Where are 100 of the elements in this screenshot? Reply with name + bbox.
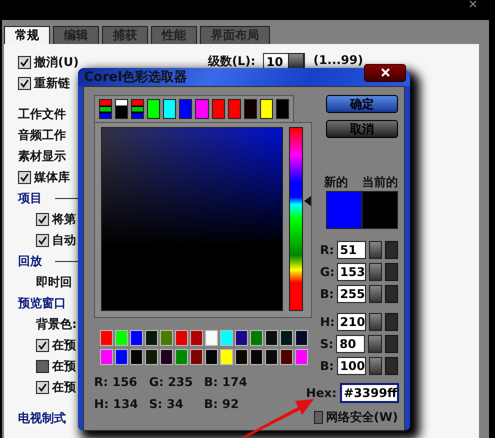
palette-swatch[interactable] (250, 330, 263, 346)
palette-swatch[interactable] (100, 349, 113, 365)
channel-input[interactable]: 51 (337, 241, 366, 259)
dialog-title: Corel色彩选取器 (84, 69, 188, 86)
checkbox[interactable] (18, 56, 31, 69)
channel-label: G: (320, 265, 334, 279)
palette-swatch[interactable] (160, 349, 173, 365)
color-swatch[interactable] (163, 99, 176, 119)
channel-input[interactable]: 153 (337, 263, 366, 281)
palette-swatch[interactable] (130, 349, 143, 365)
option-label: 将第 (52, 211, 76, 228)
option-label: 重新链 (34, 75, 70, 92)
spin-button[interactable] (369, 313, 382, 331)
palette-swatch[interactable] (280, 349, 293, 365)
color-swatch[interactable] (131, 99, 144, 119)
section-heading: 预览窗口 (18, 295, 66, 312)
palette-swatch[interactable] (295, 330, 308, 346)
option-label: 自动 (52, 232, 76, 249)
channel-label: S: (320, 337, 334, 351)
palette-swatch[interactable] (235, 349, 248, 365)
option-label: 在预 (52, 358, 76, 375)
spin-button[interactable] (369, 357, 382, 375)
spin-button[interactable] (368, 335, 382, 353)
palette-swatch[interactable] (175, 330, 188, 346)
color-swatch[interactable] (260, 99, 273, 119)
ok-button[interactable]: 确定 (326, 95, 398, 113)
section-heading: 回放 (18, 253, 42, 270)
channel-label: B: (320, 359, 334, 373)
hue-marker[interactable] (304, 196, 312, 206)
channel-label: R: (320, 243, 334, 257)
levels-range: (1...99) (313, 53, 364, 67)
color-swatch[interactable] (244, 99, 257, 119)
palette-swatch[interactable] (115, 349, 128, 365)
levels-label: 级数(L): (208, 53, 256, 70)
channel-label: B: (320, 287, 334, 301)
palette-swatch[interactable] (250, 349, 263, 365)
web-safe-label: 网络安全(W) (326, 409, 398, 426)
color-swatch[interactable] (115, 99, 128, 119)
palette-swatch[interactable] (145, 349, 158, 365)
palette-swatch[interactable] (265, 330, 278, 346)
close-icon[interactable] (469, 0, 477, 8)
tab[interactable]: 常规 (4, 26, 50, 44)
palette-swatch[interactable] (235, 330, 248, 346)
checkbox[interactable] (36, 213, 49, 226)
palette-swatch[interactable] (295, 349, 308, 365)
color-readout: B: 92 (204, 397, 240, 411)
hex-input[interactable]: #3399ff (340, 383, 399, 403)
palette-swatch[interactable] (190, 349, 203, 365)
checkbox[interactable] (36, 381, 49, 394)
checkbox[interactable] (314, 411, 323, 424)
palette-swatch[interactable] (145, 330, 158, 346)
palette-swatch[interactable] (205, 349, 218, 365)
palette-swatch[interactable] (160, 330, 173, 346)
color-swatch[interactable] (228, 99, 241, 119)
palette-swatch[interactable] (115, 330, 128, 346)
color-swatch[interactable] (179, 99, 192, 119)
preview-label: 新的 (324, 174, 348, 191)
channel-input[interactable]: 210 (337, 313, 366, 331)
option-label: 在预 (52, 379, 76, 396)
palette-swatch[interactable] (220, 349, 233, 365)
palette-swatch[interactable] (265, 349, 278, 365)
setting-label: 工作文件 (18, 106, 66, 123)
palette-swatch[interactable] (130, 330, 143, 346)
color-readout: H: 134 (94, 397, 140, 411)
palette-swatch[interactable] (100, 330, 113, 346)
checkbox[interactable] (36, 234, 49, 247)
channel-input[interactable]: 255 (336, 285, 366, 303)
palette-swatch[interactable] (205, 330, 218, 346)
checkbox[interactable] (18, 77, 31, 90)
setting-label: 即时回 (36, 274, 72, 291)
color-swatch[interactable] (276, 99, 289, 119)
checkbox[interactable] (36, 339, 49, 352)
checkbox[interactable] (36, 360, 49, 373)
preview-label: 当前的 (362, 174, 398, 191)
option-label: 媒体库 (34, 169, 70, 186)
option-label: 撤消(U) (34, 54, 79, 71)
checkbox[interactable] (18, 171, 31, 184)
color-swatch[interactable] (99, 99, 112, 119)
color-swatch[interactable] (147, 99, 160, 119)
color-readout: G: 235 (149, 375, 194, 389)
section-heading: 项目 (18, 190, 42, 207)
setting-label: 音频工作 (18, 127, 66, 144)
spin-button[interactable] (369, 263, 382, 281)
color-readout: R: 156 (94, 375, 138, 389)
color-field[interactable] (101, 127, 284, 311)
close-button[interactable] (364, 64, 406, 82)
color-swatch[interactable] (212, 99, 225, 119)
close-icon (380, 68, 390, 77)
color-readout: B: 174 (204, 375, 248, 389)
color-swatch[interactable] (195, 99, 209, 119)
palette-swatch[interactable] (175, 349, 188, 365)
option-label: 在预 (52, 337, 76, 354)
palette-swatch[interactable] (280, 330, 293, 346)
spin-button[interactable] (369, 285, 382, 303)
palette-swatch[interactable] (190, 330, 203, 346)
spin-button[interactable] (368, 241, 382, 259)
channel-input[interactable]: 100 (336, 357, 366, 375)
channel-input[interactable]: 80 (336, 335, 366, 353)
palette-swatch[interactable] (220, 330, 233, 346)
setting-label: 素材显示 (18, 148, 66, 165)
